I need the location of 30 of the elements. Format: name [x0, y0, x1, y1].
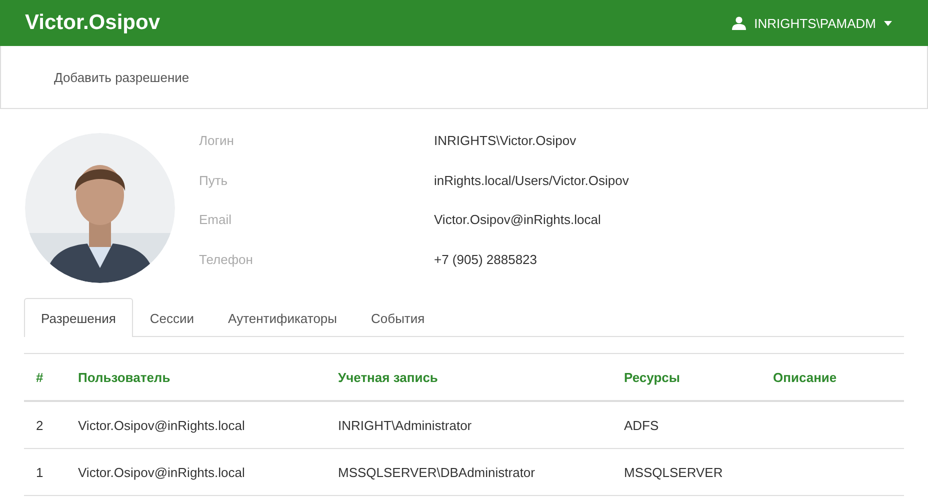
- field-label: Телефон: [199, 250, 254, 269]
- caret-icon: [884, 20, 892, 26]
- field-value: inRights.local/Users/Victor.Osipov: [434, 172, 629, 190]
- table-cell: 2: [36, 418, 44, 432]
- page-title: Victor.Osipov: [25, 11, 160, 35]
- tab[interactable]: Сессии: [132, 298, 212, 337]
- column-header: Описание: [773, 354, 904, 401]
- column-header: #: [24, 354, 78, 401]
- table-cell: Victor.Osipov@inRights.local: [78, 464, 245, 480]
- tab[interactable]: Разрешения: [24, 298, 133, 337]
- user-icon: [732, 16, 746, 30]
- field-label: Логин: [199, 132, 235, 150]
- column-header: Учетная запись: [338, 354, 624, 401]
- field-value: +7 (905) 2885823: [434, 250, 538, 269]
- table-cell: ADFS: [624, 418, 659, 432]
- table-cell: 1: [36, 464, 44, 480]
- field-label: Путь: [199, 172, 229, 190]
- field-value: Victor.Osipov@inRights.local: [434, 211, 602, 229]
- tab[interactable]: События: [354, 298, 442, 337]
- field-value: INRIGHTS\Victor.Osipov: [434, 132, 578, 150]
- table-cell: INRIGHT\Administrator: [338, 418, 472, 432]
- table-cell: Victor.Osipov@inRights.local: [78, 418, 245, 432]
- column-header: Ресурсы: [624, 354, 773, 401]
- add-permission-link[interactable]: Добавить разрешение: [54, 70, 190, 84]
- column-header: Пользователь: [78, 354, 338, 401]
- table-cell: MSSQLSERVER: [624, 464, 723, 480]
- table-cell: MSSQLSERVER\DBAdministrator: [338, 464, 535, 480]
- user-menu[interactable]: INRIGHTS\PAMADM: [732, 16, 892, 30]
- tab[interactable]: Аутентификаторы: [211, 298, 354, 337]
- field-label: Email: [199, 211, 233, 229]
